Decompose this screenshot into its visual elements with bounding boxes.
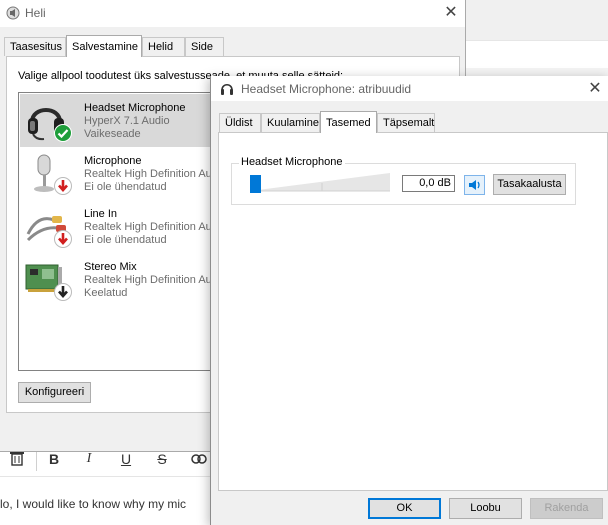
device-status: Ei ole ühendatud bbox=[84, 234, 167, 246]
properties-dialog-titlebar: Headset Microphone: atribuudid ✕ bbox=[211, 76, 608, 101]
tab-kuulamine[interactable]: Kuulamine bbox=[261, 113, 320, 132]
tab-helid[interactable]: Helid bbox=[142, 37, 185, 56]
tab-taasesitus[interactable]: Taasesitus bbox=[4, 37, 66, 56]
device-description: Realtek High Definition Audio bbox=[84, 168, 227, 180]
mute-button[interactable] bbox=[464, 175, 485, 195]
levels-panel: Headset Microphone 0,0 dB Tasakaalusta bbox=[218, 132, 608, 491]
sound-dialog-titlebar: Heli ✕ bbox=[0, 0, 465, 27]
delete-icon[interactable] bbox=[8, 450, 26, 468]
unplugged-badge-icon bbox=[54, 177, 72, 198]
tab-salvestamine[interactable]: Salvestamine bbox=[66, 35, 142, 57]
level-slider-thumb[interactable] bbox=[250, 175, 261, 193]
speaker-app-icon bbox=[6, 6, 20, 20]
level-slider-track bbox=[250, 173, 390, 192]
tab-uldist[interactable]: Üldist bbox=[219, 113, 261, 132]
tab-tasemed[interactable]: Tasemed bbox=[320, 111, 377, 133]
tab-tapsemalt[interactable]: Täpsemalt bbox=[377, 113, 435, 132]
device-name: Headset Microphone bbox=[84, 102, 186, 114]
properties-dialog: Headset Microphone: atribuudid ✕ Üldist … bbox=[210, 76, 608, 525]
device-status: Ei ole ühendatud bbox=[84, 181, 167, 193]
device-description: Realtek High Definition Audio bbox=[84, 274, 227, 286]
unplugged-badge-icon bbox=[54, 230, 72, 251]
configure-button[interactable]: Konfigureeri bbox=[18, 382, 91, 403]
background-divider bbox=[465, 40, 608, 41]
level-group: Headset Microphone 0,0 dB Tasakaalusta bbox=[231, 156, 576, 205]
level-group-label: Headset Microphone bbox=[239, 156, 345, 168]
underline-icon[interactable]: U bbox=[117, 450, 135, 468]
ok-button[interactable]: OK bbox=[368, 498, 441, 519]
link-icon[interactable] bbox=[190, 450, 208, 468]
device-name: Stereo Mix bbox=[84, 261, 137, 273]
headset-app-icon bbox=[220, 82, 234, 96]
close-icon[interactable]: ✕ bbox=[440, 2, 462, 24]
level-slider[interactable] bbox=[250, 171, 390, 193]
balance-button[interactable]: Tasakaalusta bbox=[493, 174, 566, 195]
italic-icon[interactable]: I bbox=[80, 450, 98, 468]
level-db-value: 0,0 dB bbox=[402, 175, 455, 192]
device-description: Realtek High Definition Audio bbox=[84, 221, 227, 233]
strikethrough-icon[interactable]: S bbox=[153, 450, 171, 468]
device-name: Line In bbox=[84, 208, 118, 220]
apply-button[interactable]: Rakenda bbox=[530, 498, 603, 519]
device-name: Microphone bbox=[84, 155, 142, 167]
sound-dialog-title: Heli bbox=[25, 6, 46, 20]
device-status: Keelatud bbox=[84, 287, 128, 299]
disabled-badge-icon bbox=[54, 283, 72, 304]
tab-side[interactable]: Side bbox=[185, 37, 224, 56]
properties-dialog-title: Headset Microphone: atribuudid bbox=[241, 82, 412, 96]
background-page-header bbox=[465, 0, 608, 40]
check-badge-icon bbox=[54, 124, 72, 145]
device-description: HyperX 7.1 Audio bbox=[84, 115, 170, 127]
post-text: lo, I would like to know why my mic bbox=[0, 497, 187, 511]
bold-icon[interactable]: B bbox=[45, 450, 63, 468]
close-icon[interactable]: ✕ bbox=[584, 78, 606, 100]
speaker-icon bbox=[468, 178, 482, 195]
device-status: Vaikeseade bbox=[84, 128, 141, 140]
toolbar-separator bbox=[36, 449, 37, 471]
cancel-button[interactable]: Loobu bbox=[449, 498, 522, 519]
